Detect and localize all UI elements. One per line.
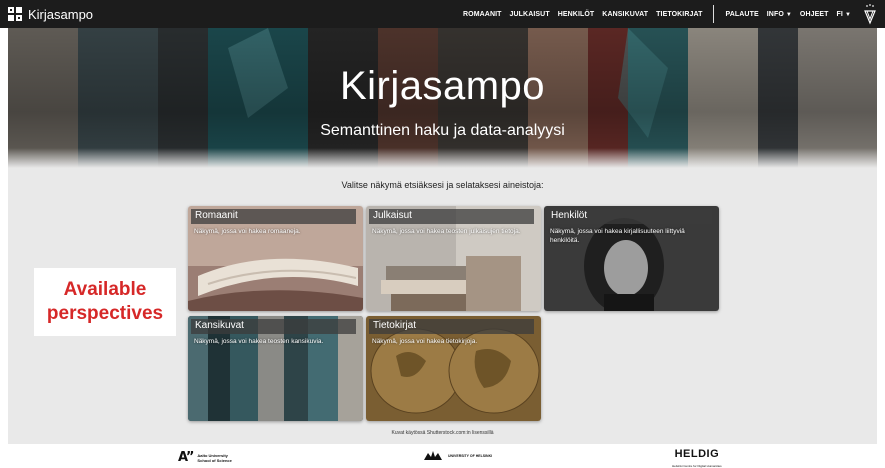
language-select[interactable]: FI ▼ [837, 11, 851, 18]
nav-link-ohjeet[interactable]: OHJEET [800, 11, 829, 18]
perspectives-intro: Valitse näkymä etsiäksesi ja selataksesi… [341, 180, 544, 190]
perspective-card-tietokirjat[interactable]: Tietokirjat Näkymä, jossa voi hakea tiet… [366, 316, 541, 421]
hero-subtitle: Semanttinen haku ja data-analyysi [320, 122, 565, 139]
heldig-subtitle: Helsinki Centre for Digital Humanities [672, 464, 722, 468]
perspective-card-kansikuvat[interactable]: Kansikuvat Näkymä, jossa voi hakea teost… [188, 316, 363, 421]
nav-divider [712, 5, 714, 23]
perspective-card-henkilot[interactable]: Henkilöt Näkymä, jossa voi hakea kirjall… [544, 206, 719, 311]
perspective-card-romaanit[interactable]: Romaanit Näkymä, jossa voi hakea romaane… [188, 206, 363, 311]
card-title-tietokirjat: Tietokirjat [369, 319, 534, 334]
heldig-logo[interactable]: HELDIG Helsinki Centre for Digital Human… [672, 449, 722, 468]
footer: A” Aalto University School of Science UN… [0, 444, 885, 468]
nav-menu-info-label: INFO [766, 10, 784, 18]
annotation-box: Available perspectives [34, 268, 176, 336]
annotation-line-1: Available [63, 279, 147, 300]
helsinki-logo[interactable]: UNIVERSITY OF HELSINKI [422, 450, 492, 462]
annotation-line-2: perspectives [46, 303, 164, 324]
hero-banner: Kirjasampo Semanttinen haku ja data-anal… [8, 28, 877, 168]
card-desc-henkilot: Näkymä, jossa voi hakea kirjallisuuteen … [550, 228, 685, 244]
card-desc-julkaisut: Näkymä, jossa voi hakea teosten julkaisu… [372, 228, 521, 235]
helsinki-name: UNIVERSITY OF HELSINKI [448, 454, 493, 458]
brand-link[interactable]: Kirjasampo [8, 7, 93, 22]
nav-link-julkaisut[interactable]: JULKAISUT [510, 11, 550, 18]
nav-menu-info[interactable]: INFO ▼ [767, 11, 792, 18]
sampo-logo-icon [864, 4, 876, 25]
language-select-label: FI [836, 10, 843, 18]
card-desc-tietokirjat: Näkymä, jossa voi hakea tietokirjoja. [372, 338, 478, 345]
sampo-logo[interactable] [863, 3, 877, 25]
heldig-name: HELDIG [674, 448, 720, 460]
nav-links: ROMAANIT JULKAISUT HENKILÖT KANSIKUVAT T… [455, 0, 885, 28]
card-title-kansikuvat: Kansikuvat [191, 319, 356, 334]
brand-name: Kirjasampo [28, 6, 94, 22]
aalto-logo[interactable]: A” Aalto University School of Science [178, 450, 232, 465]
aalto-name: Aalto University [197, 452, 228, 458]
hero-fade [8, 148, 877, 168]
hero-title: Kirjasampo [339, 64, 546, 108]
top-navbar: Kirjasampo ROMAANIT JULKAISUT HENKILÖT K… [0, 0, 885, 28]
aalto-school: School of Science [197, 457, 232, 463]
card-title-romaanit: Romaanit [191, 209, 356, 224]
nav-link-henkilot[interactable]: HENKILÖT [558, 11, 595, 18]
perspective-card-julkaisut[interactable]: Julkaisut Näkymä, jossa voi hakea teoste… [366, 206, 541, 311]
nav-link-tietokirjat[interactable]: TIETOKIRJAT [656, 11, 702, 18]
perspectives-section: Valitse näkymä etsiäksesi ja selataksesi… [8, 168, 877, 444]
nav-link-romaanit[interactable]: ROMAANIT [463, 11, 502, 18]
nav-link-palaute[interactable]: PALAUTE [726, 11, 759, 18]
card-desc-kansikuvat: Näkymä, jossa voi hakea teosten kansikuv… [194, 338, 324, 345]
chevron-down-icon: ▼ [844, 11, 851, 18]
book-grid-icon [8, 7, 22, 21]
helsinki-seal-icon [424, 451, 442, 460]
card-title-henkilot: Henkilöt [547, 209, 712, 224]
nav-link-kansikuvat[interactable]: KANSIKUVAT [602, 11, 648, 18]
card-title-julkaisut: Julkaisut [369, 209, 534, 224]
image-credit: Kuvat käytössä Shutterstock.com:in lisen… [391, 430, 494, 436]
aalto-mark-icon: A” [178, 450, 194, 465]
card-desc-romaanit: Näkymä, jossa voi hakea romaaneja. [194, 228, 301, 235]
chevron-down-icon: ▼ [785, 11, 792, 18]
